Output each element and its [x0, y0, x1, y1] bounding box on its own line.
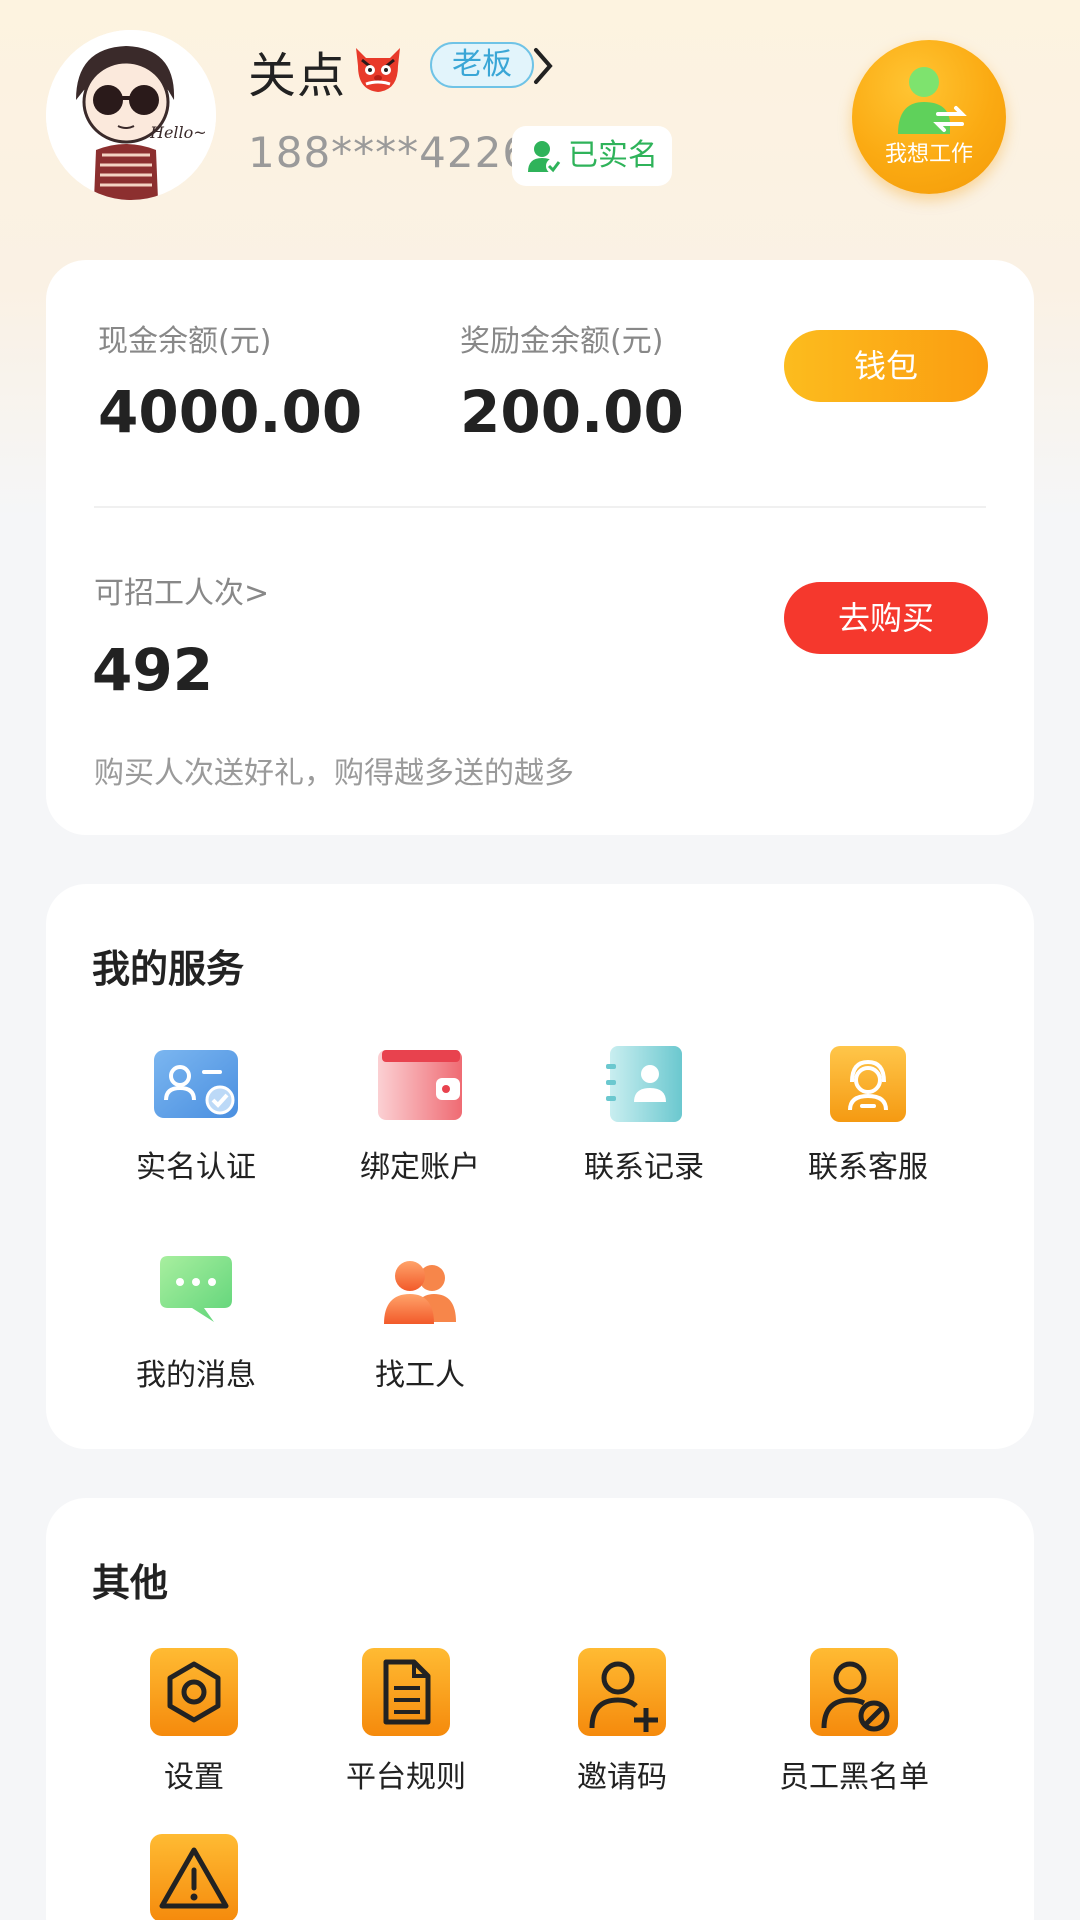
service-label: 我的消息 [136, 1358, 256, 1393]
service-customer-service[interactable]: 联系客服 [758, 1036, 978, 1206]
phone-number: 188****4226 [248, 128, 531, 177]
other-invite-code[interactable]: 邀请码 [512, 1648, 732, 1798]
switch-role-label: 我想工作 [884, 142, 973, 167]
hire-count-value: 492 [92, 636, 214, 704]
buy-button[interactable]: 去购买 [784, 582, 988, 654]
id-card-icon [154, 1050, 238, 1118]
invite-user-icon [578, 1648, 666, 1736]
service-label: 找工人 [375, 1358, 465, 1393]
chevron-right-icon[interactable] [528, 44, 558, 88]
balance-card: 现金余额(元) 4000.00 奖励金余额(元) 200.00 钱包 可招工人次… [46, 260, 1034, 835]
blacklist-user-icon [810, 1648, 898, 1736]
switch-role-button[interactable]: 我想工作 [852, 40, 1006, 194]
services-card: 我的服务 实名认证 绑定账户 联系记录 联系客服 我的消息 找工人 [46, 884, 1034, 1449]
settings-icon [150, 1648, 238, 1736]
promo-text: 购买人次送好礼，购得越多送的越多 [94, 756, 574, 791]
other-label: 员工黑名单 [779, 1760, 929, 1795]
avatar-illustration: Hello~ [46, 30, 216, 200]
demon-mask-icon [356, 48, 400, 92]
bonus-balance-value: 200.00 [460, 378, 684, 446]
warning-icon [150, 1834, 238, 1920]
wallet-icon [378, 1050, 462, 1120]
service-real-name[interactable]: 实名认证 [86, 1036, 306, 1206]
other-platform-rules[interactable]: 平台规则 [296, 1648, 516, 1798]
hire-count-link[interactable]: 可招工人次> [94, 568, 269, 612]
verified-badge[interactable]: 已实名 [512, 126, 672, 186]
service-my-messages[interactable]: 我的消息 [86, 1244, 306, 1414]
service-contact-record[interactable]: 联系记录 [534, 1036, 754, 1206]
other-card: 其他 设置 平台规则 邀请码 员工黑名单 [46, 1498, 1034, 1920]
document-icon [362, 1648, 450, 1736]
contact-record-icon [606, 1046, 682, 1122]
find-worker-icon [384, 1261, 456, 1324]
bonus-balance-label: 奖励金余额(元) [460, 324, 664, 359]
message-icon [160, 1256, 232, 1322]
switch-user-icon [898, 67, 967, 134]
verified-label: 已实名 [568, 138, 658, 173]
service-bind-account[interactable]: 绑定账户 [310, 1036, 530, 1206]
service-find-worker[interactable]: 找工人 [310, 1244, 530, 1414]
cash-balance-label: 现金余额(元) [98, 324, 272, 359]
other-label: 设置 [164, 1760, 224, 1795]
other-employee-blacklist[interactable]: 员工黑名单 [744, 1648, 964, 1798]
other-label: 平台规则 [346, 1760, 466, 1795]
verified-user-icon [528, 141, 562, 174]
other-report[interactable] [84, 1834, 304, 1920]
other-settings[interactable]: 设置 [84, 1648, 304, 1798]
service-label: 绑定账户 [360, 1150, 480, 1185]
service-label: 联系记录 [584, 1150, 704, 1185]
cash-balance-value: 4000.00 [98, 378, 363, 446]
service-label: 联系客服 [808, 1150, 928, 1185]
user-name: 关点 [248, 48, 347, 104]
role-badge[interactable]: 老板 [430, 42, 534, 88]
services-title: 我的服务 [92, 947, 245, 991]
divider [94, 506, 986, 508]
other-title: 其他 [92, 1561, 169, 1605]
other-label: 邀请码 [577, 1760, 667, 1795]
service-label: 实名认证 [136, 1150, 256, 1185]
customer-service-icon [830, 1046, 906, 1122]
avatar-text: Hello~ [149, 123, 207, 142]
wallet-button[interactable]: 钱包 [784, 330, 988, 402]
avatar[interactable]: Hello~ [46, 30, 216, 200]
